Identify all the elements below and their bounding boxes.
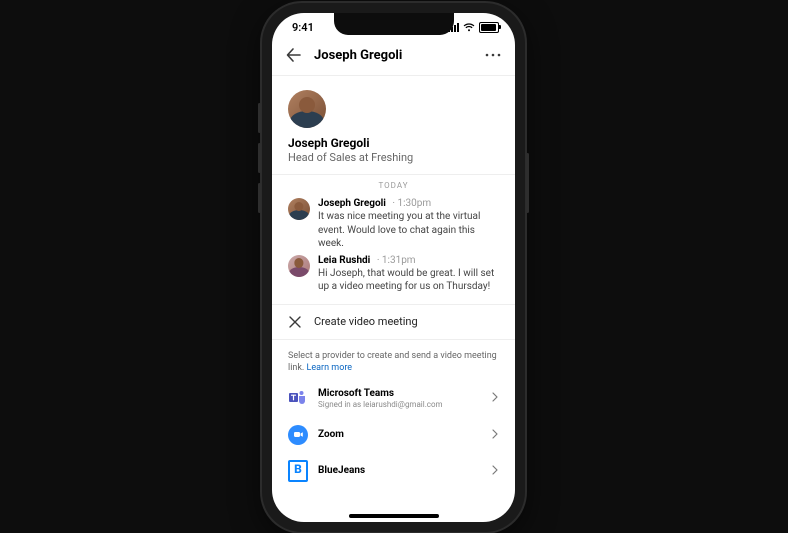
provider-name: BlueJeans [318, 465, 477, 476]
conversation-header: Joseph Gregoli [272, 41, 515, 76]
conversation-title: Joseph Gregoli [314, 48, 483, 63]
wifi-icon [463, 23, 475, 32]
date-separator: TODAY [272, 175, 515, 194]
contact-name: Joseph Gregoli [288, 136, 499, 150]
message-sender: Leia Rushdi [318, 255, 370, 266]
phone-frame: 9:41 Joseph Gregoli [262, 3, 525, 532]
panel-header: Create video meeting [272, 305, 515, 340]
message-time: · 1:31pm [377, 255, 416, 266]
back-button[interactable] [284, 45, 304, 65]
chevron-right-icon [487, 392, 499, 404]
microsoft-teams-icon [288, 388, 308, 408]
video-meeting-panel: Create video meeting Select a provider t… [272, 304, 515, 523]
more-options-button[interactable] [483, 45, 503, 65]
message-time: · 1:30pm [392, 198, 431, 209]
panel-description: Select a provider to create and send a v… [272, 340, 515, 380]
phone-screen: 9:41 Joseph Gregoli [272, 13, 515, 522]
message-avatar[interactable] [288, 255, 310, 277]
contact-role: Head of Sales at Freshing [288, 151, 499, 164]
contact-profile: Joseph Gregoli Head of Sales at Freshing [272, 76, 515, 175]
message-text: It was nice meeting you at the virtual e… [318, 210, 499, 251]
status-indicators [448, 22, 499, 33]
provider-list: Microsoft Teams Signed in as leiarushdi@… [272, 380, 515, 489]
phone-notch [334, 13, 454, 35]
chevron-right-icon [487, 429, 499, 441]
bluejeans-icon: B [288, 461, 308, 481]
provider-zoom[interactable]: Zoom [282, 417, 505, 453]
message-item: Joseph Gregoli · 1:30pm It was nice meet… [288, 198, 499, 251]
contact-avatar[interactable] [288, 90, 326, 128]
message-item: Leia Rushdi · 1:31pm Hi Joseph, that wou… [288, 255, 499, 294]
zoom-icon [288, 425, 308, 445]
provider-bluejeans[interactable]: B BlueJeans [282, 453, 505, 489]
message-list: Joseph Gregoli · 1:30pm It was nice meet… [272, 194, 515, 304]
message-sender: Joseph Gregoli [318, 198, 386, 209]
status-time: 9:41 [292, 21, 314, 34]
learn-more-link[interactable]: Learn more [307, 363, 353, 373]
panel-title: Create video meeting [314, 315, 418, 328]
message-text: Hi Joseph, that would be great. I will s… [318, 267, 499, 294]
provider-subtitle: Signed in as leiarushdi@gmail.com [318, 400, 477, 409]
chevron-right-icon [487, 465, 499, 477]
close-panel-button[interactable] [288, 315, 302, 329]
provider-microsoft-teams[interactable]: Microsoft Teams Signed in as leiarushdi@… [282, 380, 505, 417]
message-avatar[interactable] [288, 198, 310, 220]
home-indicator[interactable] [349, 514, 439, 518]
provider-name: Microsoft Teams [318, 388, 477, 399]
provider-name: Zoom [318, 429, 477, 440]
battery-icon [479, 22, 499, 33]
